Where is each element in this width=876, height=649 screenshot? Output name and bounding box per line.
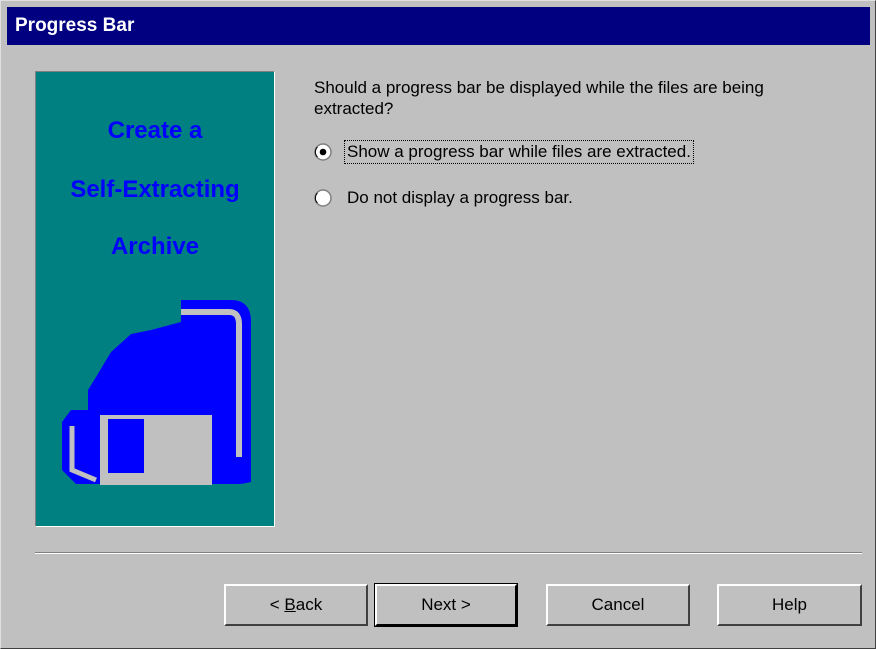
- button-separator: [35, 552, 862, 554]
- cancel-button[interactable]: Cancel: [546, 584, 690, 626]
- radio-unselected-icon[interactable]: [314, 189, 332, 207]
- floppy-disk-icon: [62, 300, 251, 485]
- wizard-side-panel: Create a Self-Extracting Archive: [35, 71, 275, 527]
- question-text: Should a progress bar be displayed while…: [314, 78, 764, 118]
- option-show-progress-bar[interactable]: Show a progress bar while files are extr…: [314, 139, 694, 165]
- back-button[interactable]: < Back: [224, 584, 368, 626]
- title-bar: Progress Bar: [7, 7, 870, 45]
- radio-selected-icon[interactable]: [314, 143, 332, 161]
- option-no-progress-bar-label[interactable]: Do not display a progress bar.: [344, 186, 576, 210]
- back-button-rest: ack: [295, 595, 323, 614]
- help-button[interactable]: Help: [717, 584, 862, 626]
- wizard-window: Progress Bar Create a Self-Extracting Ar…: [0, 0, 876, 649]
- option-show-progress-bar-label[interactable]: Show a progress bar while files are extr…: [344, 140, 694, 164]
- window-title: Progress Bar: [15, 15, 135, 36]
- option-no-progress-bar[interactable]: Do not display a progress bar.: [314, 185, 576, 211]
- next-button[interactable]: Next >: [374, 583, 518, 627]
- back-button-mnemonic: B: [284, 595, 296, 614]
- back-button-prefix: <: [269, 595, 285, 614]
